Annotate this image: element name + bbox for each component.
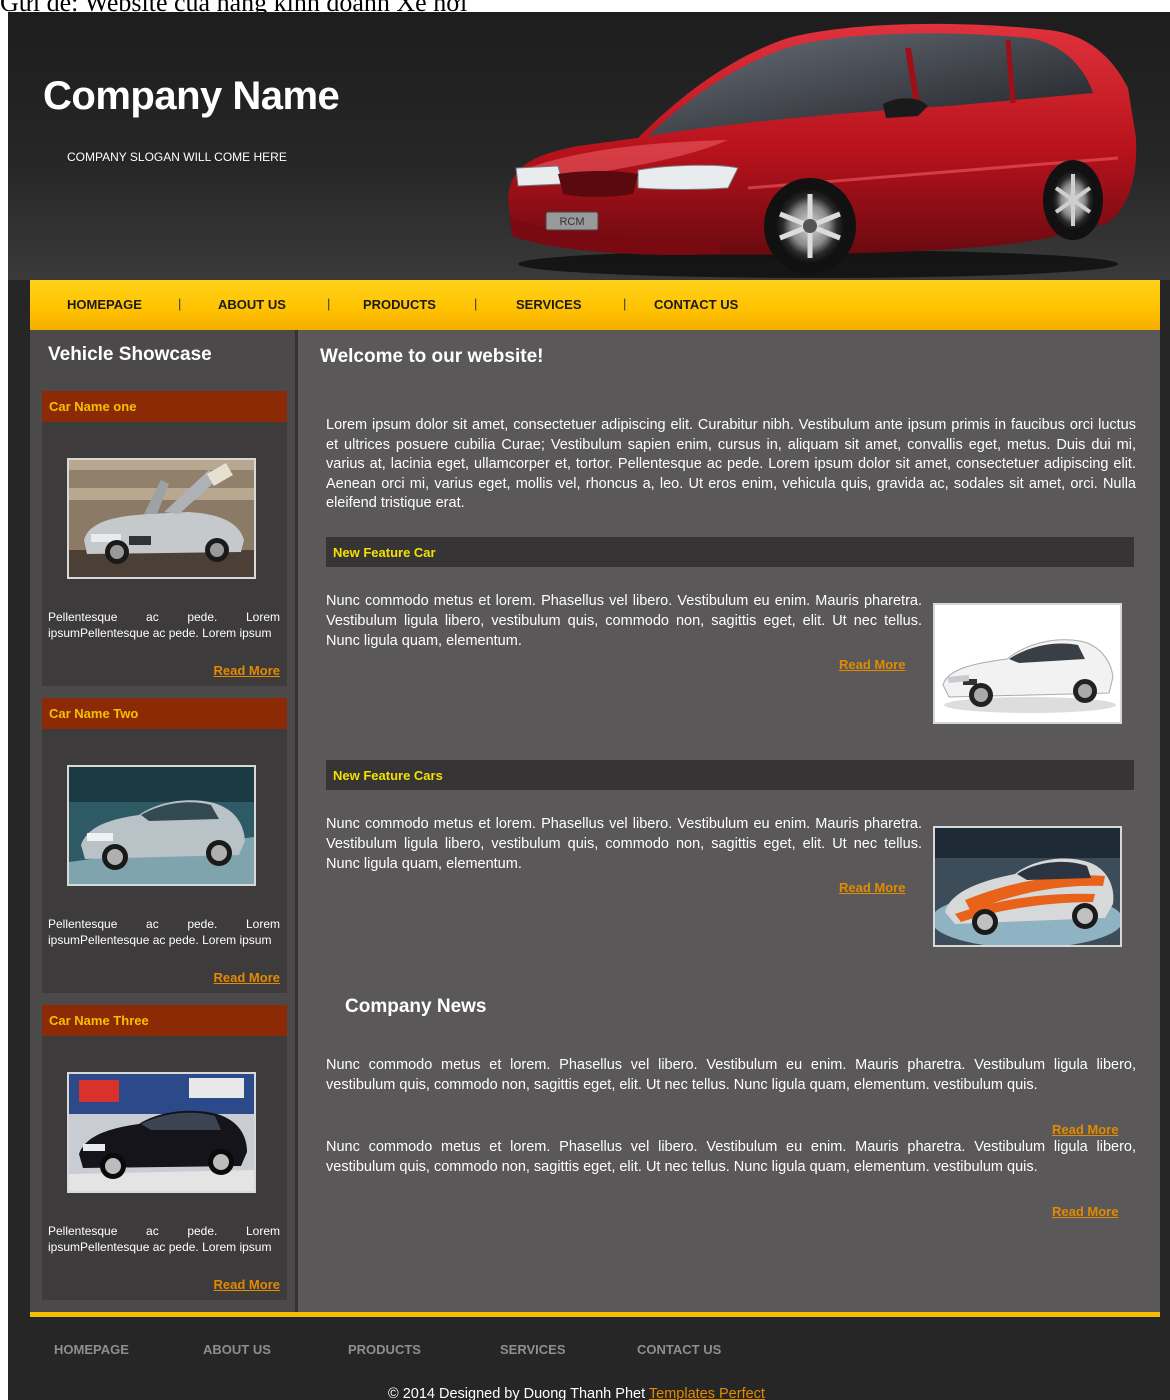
car-white-rx7-image bbox=[935, 605, 1120, 722]
card-title[interactable]: Car Name Two bbox=[49, 706, 138, 721]
content-area: Vehicle Showcase Car Name one Pellentesq… bbox=[30, 330, 1160, 1312]
card-text: Pellentesque ac pede. Lorem ipsumPellent… bbox=[48, 610, 280, 640]
welcome-title: Welcome to our website! bbox=[320, 346, 544, 367]
car-black-sedan-image bbox=[69, 1074, 254, 1191]
company-name: Company Name bbox=[43, 74, 340, 118]
footer-nav-services[interactable]: SERVICES bbox=[500, 1342, 566, 1357]
nav-products[interactable]: PRODUCTS bbox=[363, 297, 436, 312]
card-header: Car Name one bbox=[42, 391, 287, 422]
car-photo[interactable] bbox=[67, 458, 256, 579]
nav-separator: | bbox=[327, 296, 331, 311]
website: Company Name COMPANY SLOGAN WILL COME HE… bbox=[8, 12, 1170, 1400]
main-column: Welcome to our website! Lorem ipsum dolo… bbox=[320, 330, 1160, 1312]
company-slogan: COMPANY SLOGAN WILL COME HERE bbox=[67, 150, 287, 164]
nav-separator: | bbox=[178, 296, 182, 311]
nav-homepage[interactable]: HOMEPAGE bbox=[67, 297, 142, 312]
intro-paragraph: Lorem ipsum dolor sit amet, consectetuer… bbox=[326, 417, 1136, 512]
feature-title[interactable]: New Feature Car bbox=[333, 545, 436, 560]
nav-services[interactable]: SERVICES bbox=[516, 297, 582, 312]
car-card: Car Name Two Pellentesque ac pede. Lorem… bbox=[42, 698, 287, 993]
main-nav: HOMEPAGE | ABOUT US | PRODUCTS | SERVICE… bbox=[30, 280, 1160, 330]
car-card: Car Name Three Pellentesque ac pede. Lor… bbox=[42, 1005, 287, 1300]
footer-nav-products[interactable]: PRODUCTS bbox=[348, 1342, 421, 1357]
read-more-link[interactable]: Read More bbox=[214, 663, 280, 678]
card-header: Car Name Three bbox=[42, 1005, 287, 1036]
feature-title[interactable]: New Feature Cars bbox=[333, 768, 443, 783]
footer-nav-homepage[interactable]: HOMEPAGE bbox=[54, 1342, 129, 1357]
read-more-link[interactable]: Read More bbox=[214, 1277, 280, 1292]
feature-text: Nunc commodo metus et lorem. Phasellus v… bbox=[326, 816, 922, 872]
feature-car-photo[interactable] bbox=[933, 603, 1122, 724]
feature-header: New Feature Car bbox=[326, 537, 1134, 567]
card-header: Car Name Two bbox=[42, 698, 287, 729]
car-plate-text: RCM bbox=[559, 216, 584, 228]
news-paragraph: Nunc commodo metus et lorem. Phasellus v… bbox=[326, 1057, 1136, 1093]
card-text: Pellentesque ac pede. Lorem ipsumPellent… bbox=[48, 1224, 280, 1254]
card-text: Pellentesque ac pede. Lorem ipsumPellent… bbox=[48, 917, 280, 947]
nav-separator: | bbox=[474, 296, 478, 311]
read-more-link[interactable]: Read More bbox=[839, 880, 905, 895]
header-banner: Company Name COMPANY SLOGAN WILL COME HE… bbox=[8, 12, 1170, 280]
card-title[interactable]: Car Name one bbox=[49, 399, 136, 414]
car-silver-coupe-image bbox=[69, 767, 254, 884]
car-card: Car Name one Pellentesque ac pede. Lorem… bbox=[42, 391, 287, 686]
company-news-title: Company News bbox=[345, 996, 487, 1017]
car-photo[interactable] bbox=[67, 765, 256, 886]
car-orange-concept-image bbox=[935, 828, 1120, 945]
read-more-link[interactable]: Read More bbox=[214, 970, 280, 985]
read-more-link[interactable]: Read More bbox=[1052, 1204, 1118, 1219]
footer: HOMEPAGE ABOUT US PRODUCTS SERVICES CONT… bbox=[8, 1317, 1170, 1400]
nav-separator: | bbox=[623, 296, 627, 311]
copyright-text: © 2014 Designed by Duong Thanh Phet bbox=[388, 1386, 646, 1400]
car-silver-gullwing-image bbox=[69, 460, 254, 577]
templates-perfect-link[interactable]: Templates Perfect bbox=[649, 1386, 765, 1400]
feature-header: New Feature Cars bbox=[326, 760, 1134, 790]
read-more-link[interactable]: Read More bbox=[1052, 1122, 1118, 1137]
hero-car-image: RCM bbox=[508, 23, 1137, 278]
sidebar: Vehicle Showcase Car Name one Pellentesq… bbox=[30, 330, 298, 1312]
sidebar-title: Vehicle Showcase bbox=[48, 344, 212, 365]
card-title[interactable]: Car Name Three bbox=[49, 1013, 149, 1028]
footer-nav-about-us[interactable]: ABOUT US bbox=[203, 1342, 271, 1357]
news-paragraph: Nunc commodo metus et lorem. Phasellus v… bbox=[326, 1139, 1136, 1175]
read-more-link[interactable]: Read More bbox=[839, 657, 905, 672]
copyright: © 2014 Designed by Duong Thanh Phet Temp… bbox=[388, 1386, 765, 1400]
feature-text: Nunc commodo metus et lorem. Phasellus v… bbox=[326, 593, 922, 649]
nav-about-us[interactable]: ABOUT US bbox=[218, 297, 286, 312]
footer-nav-contact-us[interactable]: CONTACT US bbox=[637, 1342, 721, 1357]
nav-contact-us[interactable]: CONTACT US bbox=[654, 297, 738, 312]
car-photo[interactable] bbox=[67, 1072, 256, 1193]
feature-car-photo[interactable] bbox=[933, 826, 1122, 947]
